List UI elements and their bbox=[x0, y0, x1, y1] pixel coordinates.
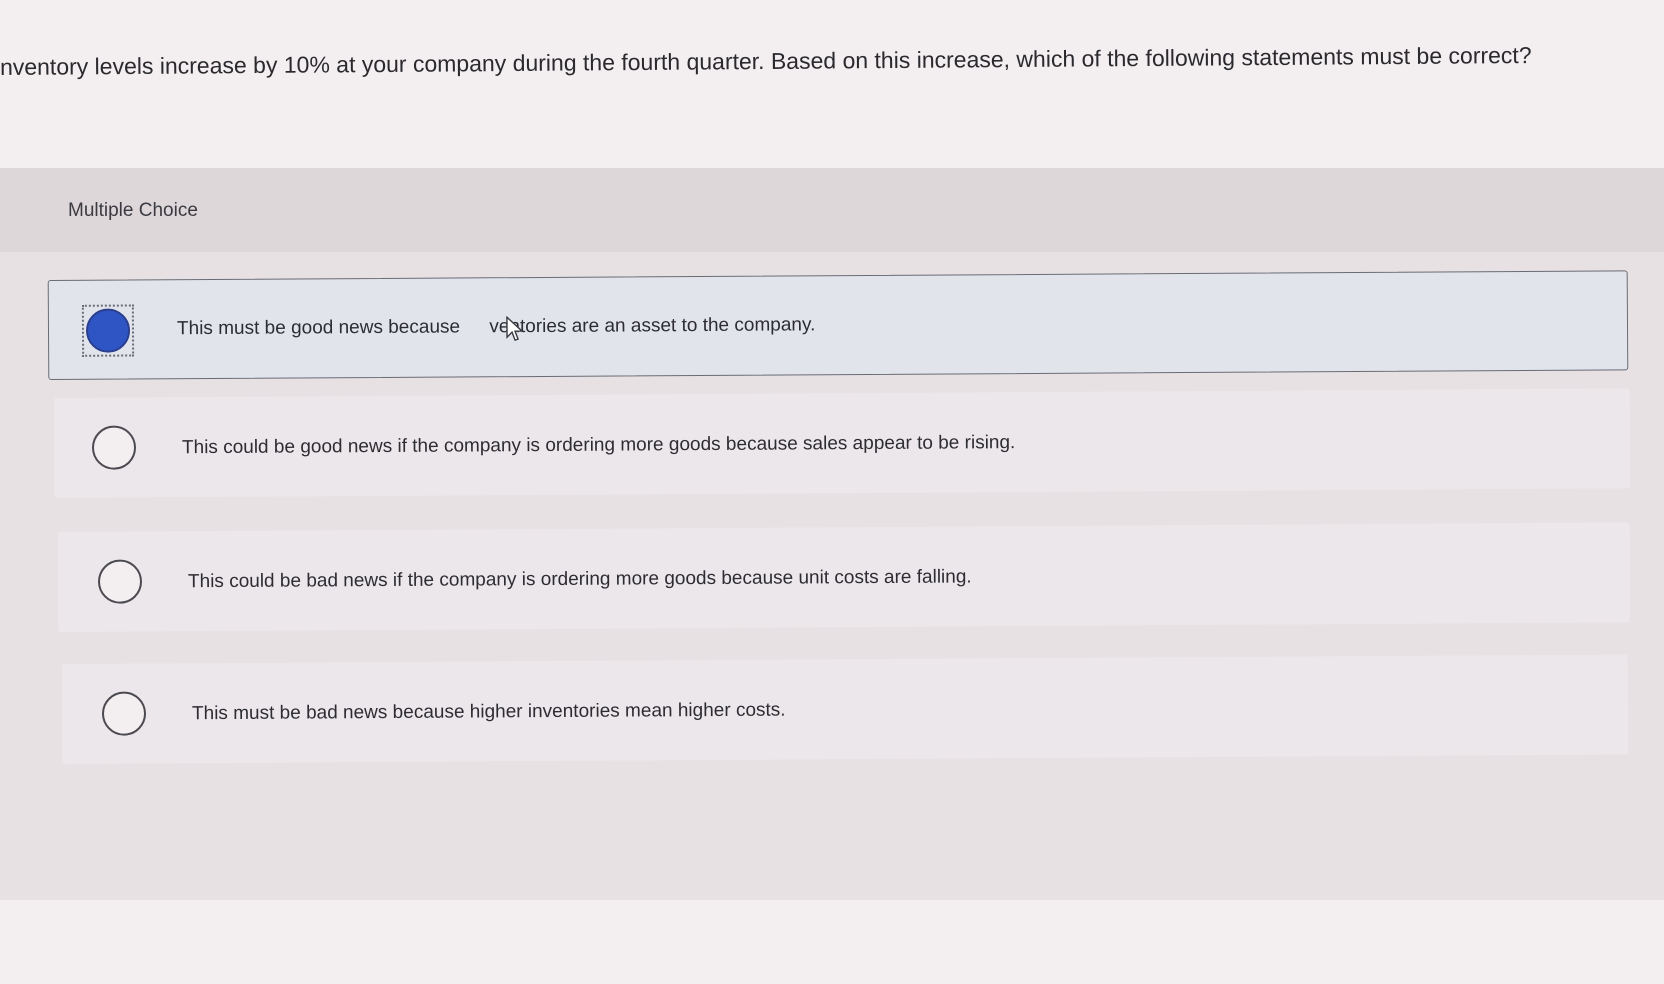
mouse-pointer-icon bbox=[506, 316, 524, 342]
answer-option-3-text: This could be bad news if the company is… bbox=[187, 566, 972, 593]
answer-option-4-text: This must be bad news because higher inv… bbox=[191, 699, 786, 725]
answer-option-3[interactable]: This could be bad news if the company is… bbox=[57, 522, 1631, 632]
radio-button-selected[interactable] bbox=[85, 308, 131, 353]
answer-option-1-text-end: ventories are an asset to the company. bbox=[489, 314, 816, 338]
radio-focus-ring bbox=[81, 304, 135, 357]
radio-button[interactable] bbox=[97, 559, 143, 604]
answer-option-4[interactable]: This must be bad news because higher inv… bbox=[61, 654, 1629, 764]
panel-header: Multiple Choice bbox=[0, 168, 1664, 252]
multiple-choice-label: Multiple Choice bbox=[68, 200, 198, 221]
answer-option-2-text: This could be good news if the company i… bbox=[181, 432, 1016, 459]
question-text: nventory levels increase by 10% at your … bbox=[0, 41, 1532, 80]
radio-button[interactable] bbox=[91, 425, 137, 470]
multiple-choice-panel: Multiple Choice This must be good news b… bbox=[0, 168, 1664, 900]
answer-option-1-text: This must be good news because ventories… bbox=[177, 314, 815, 340]
radio-button[interactable] bbox=[101, 691, 147, 736]
answer-option-1-text-start: This must be good news because bbox=[176, 316, 466, 340]
answer-option-2[interactable]: This could be good news if the company i… bbox=[53, 388, 1631, 498]
answer-option-1[interactable]: This must be good news because ventories… bbox=[47, 270, 1629, 380]
